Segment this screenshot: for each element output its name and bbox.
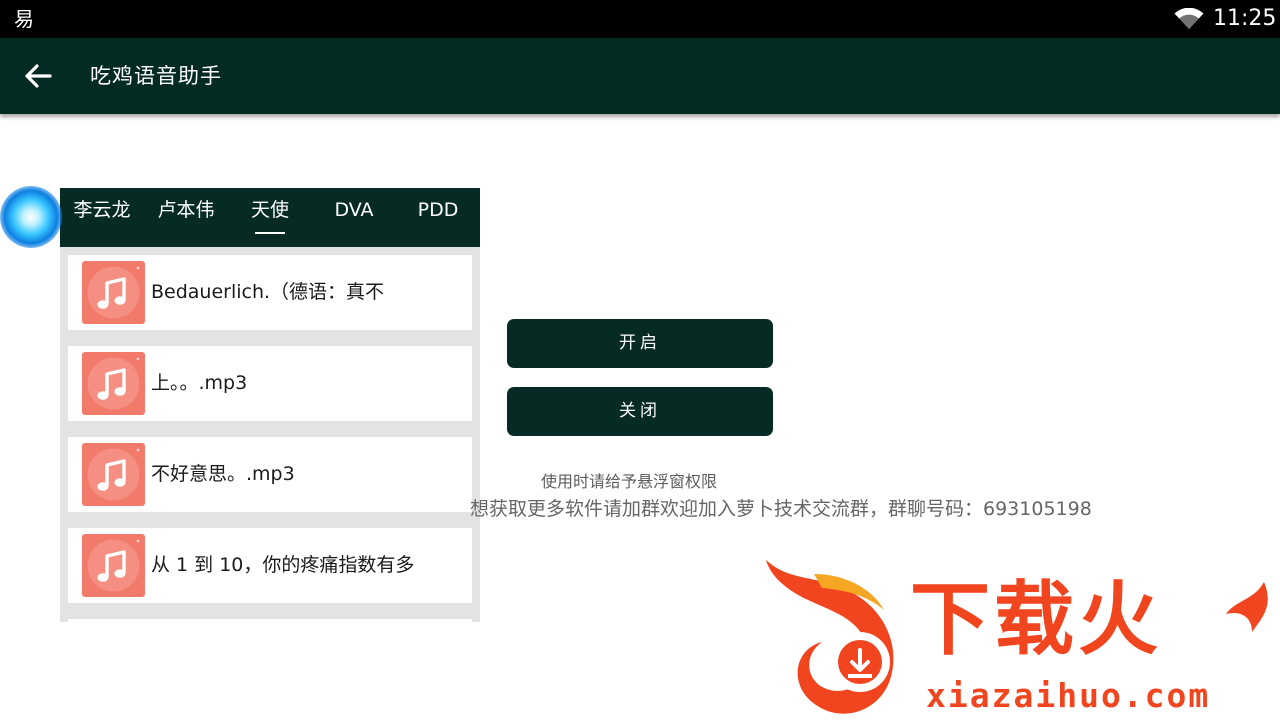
tab-lu-benwei[interactable]: 卢本伟 bbox=[144, 188, 228, 247]
music-note-icon bbox=[82, 261, 145, 324]
floating-orb-icon[interactable] bbox=[0, 186, 62, 248]
watermark-brand: 下载火 bbox=[910, 573, 1162, 666]
tab-tianshi[interactable]: 天使 bbox=[228, 188, 312, 247]
list-item[interactable]: 从 1 到 10，你的疼痛指数有多 bbox=[68, 528, 472, 603]
list-item-title: 上。。.mp3 bbox=[151, 372, 248, 394]
tab-dva[interactable]: DVA bbox=[312, 188, 396, 247]
tab-li-yunlong[interactable]: 李云龙 bbox=[60, 188, 144, 247]
list-item-title: 不好意思。.mp3 bbox=[151, 463, 295, 485]
status-bar: 易 11:25 bbox=[0, 0, 1280, 38]
music-note-icon bbox=[82, 443, 145, 506]
music-note-icon bbox=[82, 534, 145, 597]
music-note-icon bbox=[82, 352, 145, 415]
group-info-text: 想获取更多软件请加群欢迎加入萝卜技术交流群，群聊号码：693105198 bbox=[470, 498, 1092, 520]
wifi-icon bbox=[1174, 8, 1204, 29]
back-arrow-icon[interactable] bbox=[20, 58, 56, 94]
start-button[interactable]: 开启 bbox=[507, 319, 773, 368]
list-item[interactable]: Bedauerlich.（德语：真不 bbox=[68, 255, 472, 330]
stop-button[interactable]: 关闭 bbox=[507, 387, 773, 436]
list-item-partial[interactable] bbox=[68, 619, 472, 622]
app-notification-icon: 易 bbox=[14, 7, 34, 31]
page-title: 吃鸡语音助手 bbox=[90, 64, 222, 88]
list-item[interactable]: 上。。.mp3 bbox=[68, 346, 472, 421]
toolbar: 吃鸡语音助手 bbox=[0, 38, 1280, 114]
screen: 易 11:25 吃鸡语音助手 李云龙 卢本伟 天使 DVA PDD Bedaue… bbox=[0, 0, 1280, 720]
watermark-domain: xiazaihuo.com bbox=[926, 676, 1211, 715]
status-time: 11:25 bbox=[1213, 6, 1277, 31]
tab-bar: 李云龙 卢本伟 天使 DVA PDD bbox=[60, 188, 480, 247]
list-item[interactable]: 不好意思。.mp3 bbox=[68, 437, 472, 512]
permission-hint: 使用时请给予悬浮窗权限 bbox=[480, 470, 1000, 494]
tab-pdd[interactable]: PDD bbox=[396, 188, 480, 247]
selected-tab-indicator bbox=[255, 232, 285, 234]
permission-hint-text: 使用时请给予悬浮窗权限 bbox=[541, 472, 718, 491]
list-item-title: 从 1 到 10，你的疼痛指数有多 bbox=[151, 554, 415, 576]
voice-panel: 李云龙 卢本伟 天使 DVA PDD Bedauerlich.（德语：真不 上。… bbox=[60, 188, 480, 622]
list-item-title: Bedauerlich.（德语：真不 bbox=[151, 281, 385, 303]
tab-label: 天使 bbox=[250, 199, 289, 221]
